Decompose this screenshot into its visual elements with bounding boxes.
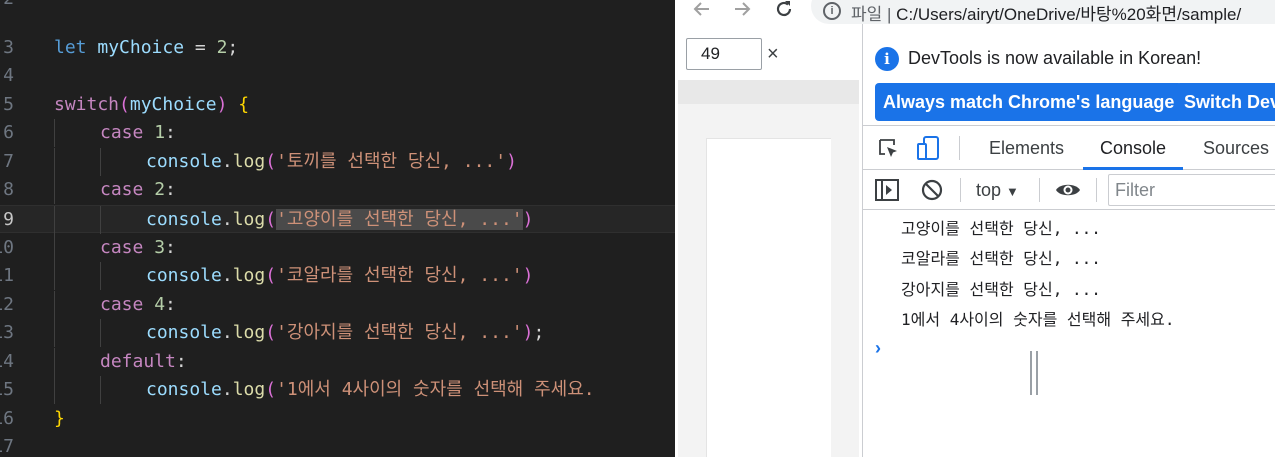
site-info-icon[interactable]: i	[823, 2, 841, 20]
devtools-infobar: i DevTools is now available in Korean! A…	[863, 24, 1275, 126]
close-icon[interactable]: ×	[767, 44, 779, 64]
device-toolbar-icon[interactable]	[915, 135, 941, 168]
browser-toolbar: i 파일 | C:/Users/airyt/OneDrive/바탕%20화면/s…	[675, 0, 1275, 24]
line-number: 17	[0, 436, 14, 457]
line-number: 11	[0, 265, 14, 286]
line-number: 16	[0, 408, 14, 429]
line-number: 4	[3, 65, 14, 86]
code-text: console.log('고양이를 선택한 당신, ...')	[146, 209, 534, 230]
console-toolbar: top ▼ Filter	[863, 170, 1275, 210]
editor-line[interactable]: 2	[0, 0, 675, 13]
tab-sources[interactable]: Sources	[1203, 126, 1269, 170]
console-prompt-icon[interactable]: ›	[875, 338, 881, 359]
editor-line[interactable]: 11 console.log('코알라를 선택한 당신, ...')	[0, 262, 675, 290]
line-number: 8	[3, 179, 14, 200]
code-editor[interactable]: 2 3 let myChoice = 2; 4 5 switch(myChoic…	[0, 0, 675, 457]
always-match-language-button[interactable]: Always match Chrome's language	[875, 83, 1183, 121]
code-text: case 1:	[100, 122, 176, 143]
line-number: 14	[0, 351, 14, 372]
editor-line[interactable]: 16 }	[0, 405, 675, 433]
tab-elements[interactable]: Elements	[989, 126, 1064, 170]
info-icon: i	[875, 47, 899, 71]
code-text: console.log('코알라를 선택한 당신, ...')	[146, 265, 534, 286]
code-text: case 2:	[100, 179, 176, 200]
editor-line-current[interactable]: 9 console.log('고양이를 선택한 당신, ...')	[0, 205, 675, 234]
devtools-tabbar: Elements Console Sources	[863, 126, 1275, 170]
arrow-left-icon[interactable]	[689, 0, 715, 24]
line-number: 10	[0, 237, 14, 258]
eye-icon[interactable]	[1055, 181, 1081, 204]
switch-devtools-language-button[interactable]: Switch Dev	[1176, 83, 1275, 121]
zoom-input[interactable]: 49	[686, 38, 762, 70]
editor-line[interactable]: 15 console.log('1에서 4사이의 숫자를 선택해 주세요.	[0, 376, 675, 404]
line-number: 13	[0, 322, 14, 343]
reload-icon[interactable]	[771, 0, 797, 24]
line-number: 15	[0, 379, 14, 400]
editor-line[interactable]: 14 default:	[0, 348, 675, 376]
code-text: console.log('토끼를 선택한 당신, ...')	[146, 151, 517, 172]
arrow-right-icon[interactable]	[729, 0, 755, 24]
sidebar-toggle-icon[interactable]	[875, 179, 899, 206]
address-bar[interactable]: i 파일 | C:/Users/airyt/OneDrive/바탕%20화면/s…	[811, 0, 1275, 24]
browser-window: i 파일 | C:/Users/airyt/OneDrive/바탕%20화면/s…	[675, 0, 1275, 457]
console-log-line: 강아지를 선택한 당신, ...	[901, 280, 1101, 299]
line-number: 12	[0, 294, 14, 315]
filter-input[interactable]: Filter	[1108, 174, 1275, 206]
code-text: let myChoice = 2;	[54, 37, 239, 58]
line-number: 7	[3, 151, 14, 172]
panel-resize-handle[interactable]	[1030, 351, 1040, 395]
console-log-line: 1에서 4사이의 숫자를 선택해 주세요.	[901, 310, 1175, 329]
code-text: }	[54, 408, 65, 429]
selected-text: '고양이를 선택한 당신, ...'	[276, 209, 523, 230]
page-document	[706, 138, 831, 457]
devtools-panel: i DevTools is now available in Korean! A…	[862, 24, 1275, 457]
editor-line[interactable]: 4	[0, 62, 675, 90]
editor-line[interactable]: 6 case 1:	[0, 119, 675, 147]
code-text: switch(myChoice) {	[54, 94, 250, 115]
context-select[interactable]: top ▼	[976, 170, 1019, 210]
clear-console-icon[interactable]	[921, 179, 943, 206]
editor-line[interactable]: 13 console.log('강아지를 선택한 당신, ...');	[0, 319, 675, 347]
line-number: 5	[3, 94, 14, 115]
line-number: 6	[3, 122, 14, 143]
chevron-down-icon: ▼	[1006, 184, 1019, 199]
page-viewport: 49 ×	[675, 24, 862, 457]
code-text: console.log('1에서 4사이의 숫자를 선택해 주세요.	[146, 379, 595, 400]
infobar-message: DevTools is now available in Korean!	[908, 48, 1202, 68]
editor-line[interactable]: 5 switch(myChoice) {	[0, 91, 675, 119]
editor-line[interactable]: 7 console.log('토끼를 선택한 당신, ...')	[0, 148, 675, 176]
code-text: case 4:	[100, 294, 176, 315]
code-text: case 3:	[100, 237, 176, 258]
line-number: 2	[0, 0, 14, 13]
line-number: 9	[3, 209, 14, 230]
editor-line[interactable]: 3 let myChoice = 2;	[0, 34, 675, 62]
editor-line[interactable]: 10 case 3:	[0, 234, 675, 262]
url-text[interactable]: 파일 | C:/Users/airyt/OneDrive/바탕%20화면/sam…	[851, 0, 1241, 25]
code-text: default:	[100, 351, 187, 372]
console-log-line: 고양이를 선택한 당신, ...	[901, 219, 1101, 238]
line-number: 3	[3, 37, 14, 58]
console-output[interactable]: 고양이를 선택한 당신, ... 코알라를 선택한 당신, ... 강아지를 선…	[863, 211, 1275, 457]
editor-line[interactable]: 8 case 2:	[0, 176, 675, 204]
inspect-element-icon[interactable]	[877, 137, 901, 166]
console-log-line: 코알라를 선택한 당신, ...	[901, 249, 1101, 268]
editor-line[interactable]: 12 case 4:	[0, 291, 675, 319]
tab-console[interactable]: Console	[1100, 126, 1166, 170]
code-text: console.log('강아지를 선택한 당신, ...');	[146, 322, 545, 343]
editor-line[interactable]: 17	[0, 433, 675, 457]
page-header-strip	[678, 80, 859, 104]
